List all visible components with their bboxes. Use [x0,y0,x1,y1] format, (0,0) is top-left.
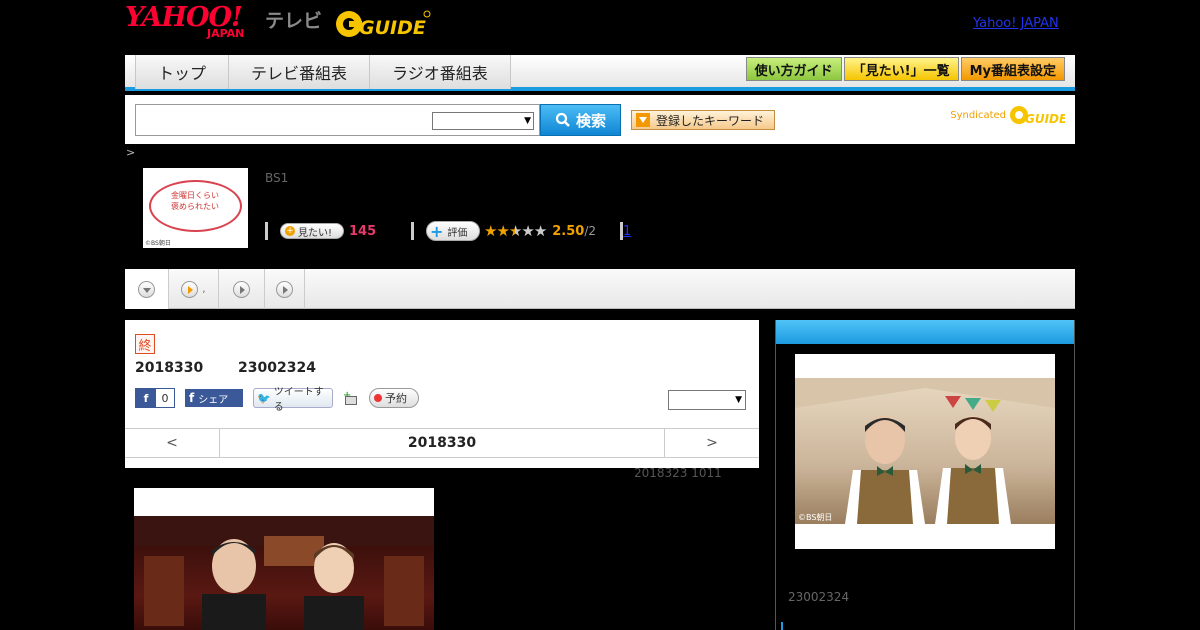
sidebar-image-credit: ©BS朝日 [798,513,832,522]
sidebar-air-time: 23002324 [788,590,850,604]
episode-still-image[interactable] [134,516,434,630]
episode-select[interactable]: ▼ [668,390,746,410]
program-stats: + 見たい! 145 + 評価 ★★★★★ 2.50 /2 1 [265,220,631,242]
search-icon [555,112,570,127]
divider [411,222,414,240]
final-episode-badge: 終 [135,334,155,354]
tab-episodes[interactable] [219,269,265,309]
tv-logo-text[interactable]: テレビ [265,6,322,33]
sidebar-program-graphic: ©BS朝日 [795,378,1055,524]
rate-button[interactable]: + 評価 [426,221,480,241]
rating-stars: ★★★★★ [484,222,547,240]
search-category-select[interactable]: ▼ [432,112,534,130]
record-dot-icon [374,394,382,402]
divider [265,222,268,240]
mitai-list-button[interactable]: 「見たい!」一覧 [843,57,959,81]
facebook-like-count: 0 [156,389,174,407]
sidebar: ©BS朝日 23002324 [775,320,1075,630]
reserve-label: 予約 [385,392,407,405]
star-empty-icon: ★ [533,222,547,240]
plus-icon: + [430,221,444,241]
twitter-bird-icon: 🐦 [257,391,271,405]
tweet-label: ツイートする [273,387,324,413]
social-buttons: f 0 f シェア 🐦 ツイートする + 予約 [135,387,419,413]
star-half-icon: ★ [508,222,522,240]
mitai-label: 見たい! [298,227,333,239]
update-timestamp: 2018323 1011 [634,466,722,480]
tab-reviews[interactable] [265,269,305,309]
search-button-label: 検索 [575,111,606,130]
chevron-down-icon: ▼ [735,395,742,405]
chevron-down-icon [138,280,155,298]
sidebar-header [776,320,1074,344]
rate-label: 評価 [447,227,468,239]
tweet-button[interactable]: 🐦 ツイートする [253,387,333,413]
syndicated-logo-text: GUIDE [1025,112,1065,126]
air-date: 2018330 [135,360,204,376]
registered-keyword-button[interactable]: 登録したキーワード [631,110,775,130]
mitai-count: 145 [349,223,377,239]
rating-value: 2.50 [552,223,585,239]
tab-info[interactable] [125,269,169,309]
play-icon [181,280,199,298]
play-icon [233,280,250,298]
prev-date-button[interactable]: < [125,429,220,457]
syndicated-text: Syndicated [950,109,1006,121]
sidebar-image-frame: ©BS朝日 [795,354,1055,549]
mitai-button[interactable]: + 見たい! [280,223,344,239]
current-date: 2018330 [407,435,477,451]
next-date-button[interactable]: > [664,429,759,457]
program-thumbnail[interactable]: 金曜日くらい褒められたい ©BS朝日 [143,168,248,248]
nav-tab-tv-schedule[interactable]: テレビ番組表 [229,55,371,89]
site-header: YAHOO! JAPAN テレビ GUIDE Yahoo! JAPAN [125,0,1075,52]
facebook-share-button[interactable]: f シェア [185,389,243,407]
star-icon: ★ [496,222,509,240]
yahoo-japan-link[interactable]: Yahoo! JAPAN [973,16,1059,31]
nav-tab-radio-schedule[interactable]: ラジオ番組表 [370,55,511,89]
registered-keyword-label: 登録したキーワード [656,113,765,128]
gguide-logo[interactable]: GUIDE [335,8,431,40]
sidebar-program-image[interactable]: ©BS朝日 [795,378,1055,524]
air-time: 23002324 [238,360,316,376]
image-caption-area [134,488,434,516]
program-tab-strip: , [125,269,1075,309]
tab-related[interactable]: , [169,269,219,309]
search-bar: ▼ 検索 登録したキーワード Syndicated GUIDE [125,95,1075,144]
tab-related-label: , [202,283,206,295]
play-icon [276,280,293,298]
gguide-logo-text: GUIDE [359,17,426,39]
episode-panel: 終 2018330 23002324 f 0 f シェア 🐦 ツイートする + … [125,320,759,468]
search-button[interactable]: 検索 [540,104,621,136]
add-calendar-icon[interactable]: + [343,390,359,406]
main-nav: トップ テレビ番組表 ラジオ番組表 使い方ガイド 「見たい!」一覧 My番組表設… [125,55,1075,91]
nav-utility-buttons: 使い方ガイド 「見たい!」一覧 My番組表設定 [745,57,1065,81]
yahoo-japan-logo-text: JAPAN [207,27,245,40]
syndicated-badge: Syndicated GUIDE [950,103,1065,127]
nav-tab-top[interactable]: トップ [136,55,230,89]
syndicated-gguide-logo: GUIDE [1010,106,1065,126]
plus-icon: + [285,226,295,236]
review-count-link[interactable]: 1 [623,224,631,239]
facebook-icon: f [189,391,195,405]
episode-still-graphic [134,516,434,630]
breadcrumb[interactable]: > [126,146,135,159]
reserve-button[interactable]: 予約 [369,388,419,408]
my-schedule-button[interactable]: My番組表設定 [960,57,1065,81]
thumbnail-title: 金曜日くらい褒められたい [171,191,219,211]
star-icon: ★ [484,222,497,240]
star-empty-icon: ★ [521,222,534,240]
rating-count: /2 [584,224,597,238]
facebook-share-label: シェア [198,394,229,406]
thumbnail-credit: ©BS朝日 [145,240,171,247]
facebook-icon: f [136,389,156,407]
nav-tabs: トップ テレビ番組表 ラジオ番組表 [135,55,511,89]
sidebar-indicator [781,622,783,630]
guide-button[interactable]: 使い方ガイド [745,57,842,81]
date-navigator: < 2018330 > [125,428,759,458]
facebook-like-button[interactable]: f 0 [135,388,175,408]
dropdown-arrow-icon [636,113,650,127]
channel-name: BS1 [265,171,289,185]
chevron-down-icon: ▼ [524,116,531,126]
